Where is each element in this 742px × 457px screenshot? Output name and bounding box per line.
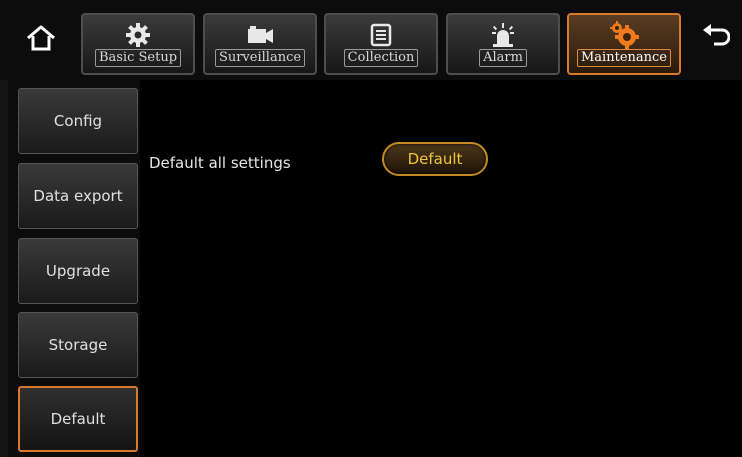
default-button[interactable]: Default <box>382 142 488 176</box>
sidebar-item-label: Config <box>53 112 103 130</box>
tab-basic-setup[interactable]: Basic Setup <box>81 13 195 75</box>
camera-icon <box>248 26 273 43</box>
sidebar-item-storage[interactable]: Storage <box>18 312 138 378</box>
main-panel: Default all settings Default <box>140 80 742 457</box>
tab-alarm[interactable]: Alarm <box>446 13 560 75</box>
tab-label: Surveillance <box>214 49 306 67</box>
document-icon <box>370 23 392 47</box>
gear-icon <box>126 23 150 47</box>
tab-maintenance[interactable]: Maintenance <box>567 13 681 75</box>
maintenance-gears-icon <box>610 21 639 49</box>
tab-label: Basic Setup <box>94 49 182 67</box>
sidebar-item-label: Default <box>50 410 106 428</box>
tab-collection[interactable]: Collection <box>324 13 438 75</box>
default-button-label: Default <box>407 150 463 168</box>
tab-label: Alarm <box>479 49 527 67</box>
back-button[interactable] <box>688 14 742 62</box>
sidebar: Config Data export Upgrade Storage Defau… <box>0 80 140 457</box>
default-all-settings-label: Default all settings <box>149 154 291 172</box>
alarm-light-icon <box>492 23 514 47</box>
home-icon <box>27 25 55 51</box>
back-arrow-icon <box>703 24 730 46</box>
sidebar-item-config[interactable]: Config <box>18 88 138 154</box>
tab-surveillance[interactable]: Surveillance <box>203 13 317 75</box>
sidebar-item-default[interactable]: Default <box>18 386 138 452</box>
home-button[interactable] <box>14 14 68 62</box>
sidebar-item-label: Upgrade <box>45 262 111 280</box>
tab-label: Maintenance <box>577 49 671 67</box>
sidebar-item-data-export[interactable]: Data export <box>18 163 138 229</box>
sidebar-item-label: Storage <box>48 336 108 354</box>
sidebar-item-label: Data export <box>33 187 123 205</box>
sidebar-item-upgrade[interactable]: Upgrade <box>18 238 138 304</box>
screen: Basic Setup Surveillance Collection Alar… <box>0 0 742 457</box>
top-bar: Basic Setup Surveillance Collection Alar… <box>0 0 742 80</box>
tab-label: Collection <box>343 49 419 67</box>
